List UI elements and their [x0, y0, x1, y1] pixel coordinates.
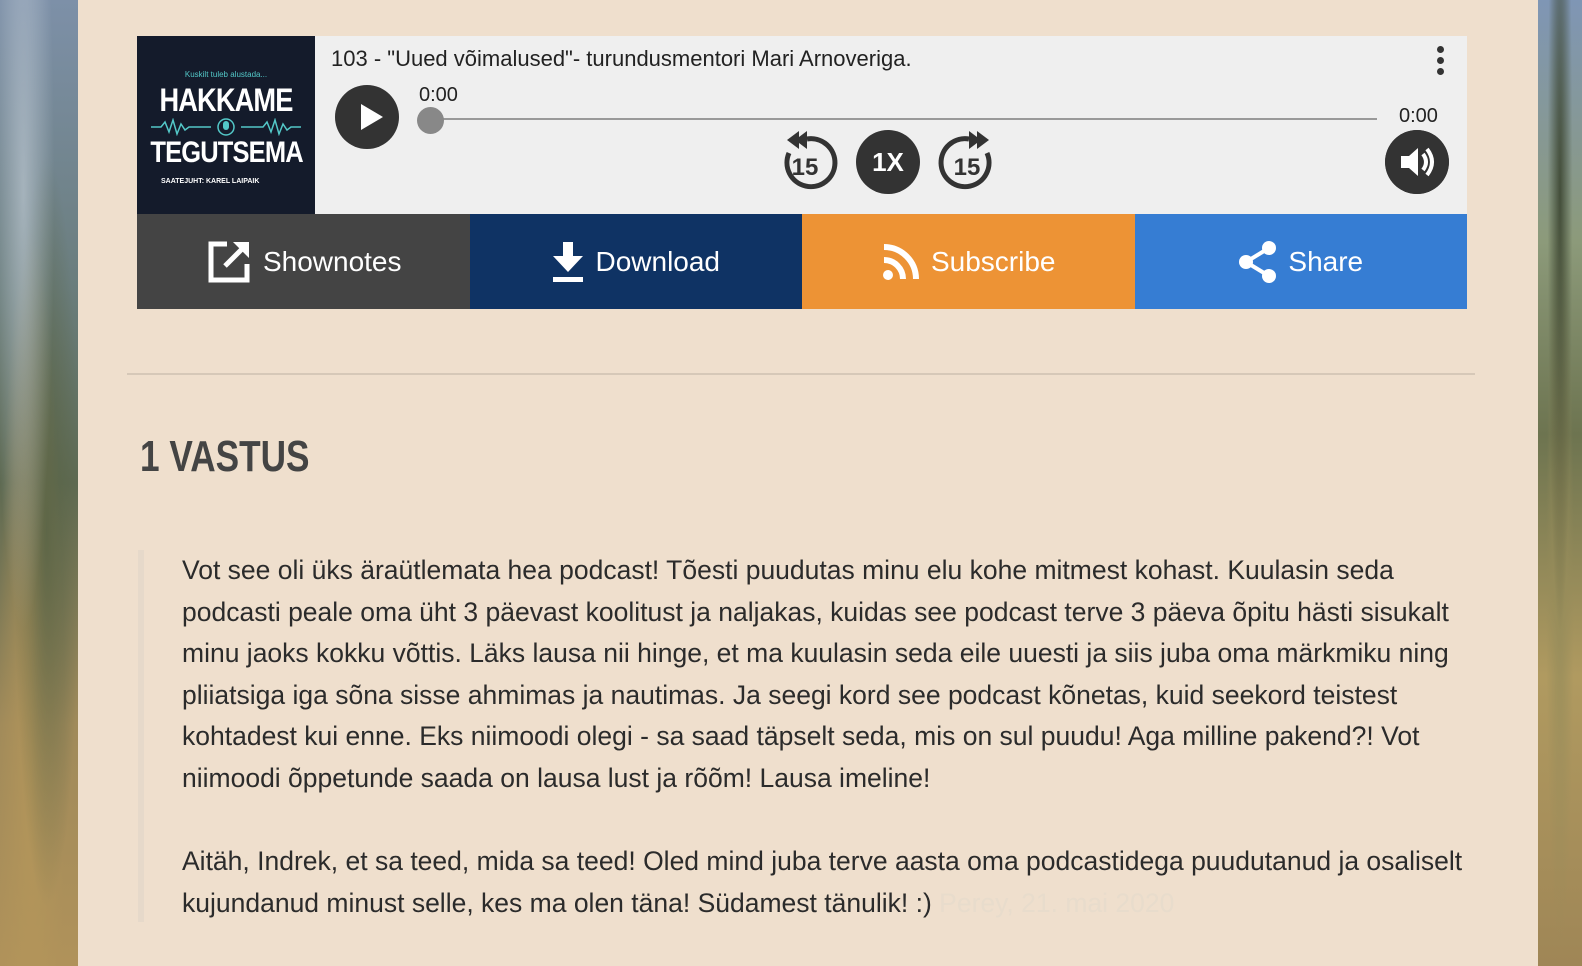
more-options-icon[interactable]	[1428, 42, 1452, 78]
cover-tagline: Kuskilt tuleb alustada...	[184, 70, 268, 79]
soundwave-microphone-icon	[151, 118, 301, 136]
skip-forward-label: 15	[954, 154, 981, 181]
comment-meta: Perey, 21. mai 2020	[939, 887, 1175, 918]
comment-paragraph-1: Vot see oli üks äraütlematа hea podcast!…	[182, 555, 1449, 793]
skip-back-label: 15	[792, 154, 819, 181]
play-button[interactable]	[335, 85, 399, 149]
cover-title-line1: HAKKAME	[159, 82, 293, 118]
share-icon	[1239, 240, 1277, 283]
subscribe-label: Subscribe	[930, 245, 1056, 277]
shownotes-button[interactable]: Shownotes	[137, 214, 470, 309]
share-label: Share	[1288, 245, 1364, 277]
rss-icon	[882, 243, 919, 280]
cover-host: SAATEJUHT: KAREL LAIPAIK	[161, 178, 260, 185]
total-time: 0:00	[1399, 105, 1438, 127]
skip-forward-15-button[interactable]: 15	[937, 129, 1001, 193]
comment-paragraph-2-text: Aitäh, Indrek, et sa teed, mida sa teed!…	[182, 846, 1463, 918]
download-button[interactable]: Download	[469, 214, 802, 309]
download-label: Download	[595, 245, 721, 277]
cover-title-line2: TEGUTSEMA	[150, 136, 303, 169]
player-action-bar: Shownotes Download Subscribe Share	[137, 214, 1467, 309]
share-button[interactable]: Share	[1134, 214, 1467, 309]
download-icon	[553, 241, 584, 282]
external-link-icon	[208, 241, 250, 282]
comment-item: Vot see oli üks äraütlematа hea podcast!…	[138, 550, 1474, 922]
volume-icon[interactable]	[1385, 130, 1449, 194]
shownotes-label: Shownotes	[262, 245, 402, 277]
comment-paragraph-2: Aitäh, Indrek, et sa teed, mida sa teed!…	[182, 841, 1474, 924]
progress-track[interactable]	[430, 118, 1377, 120]
current-time: 0:00	[419, 84, 458, 106]
background-image-right	[1538, 0, 1582, 966]
section-divider	[127, 373, 1475, 375]
podcast-player: Kuskilt tuleb alustada... HAKKAME TEGUTS…	[137, 36, 1467, 309]
episode-title: 103 - "Uued võimalused"- turundusmentori…	[331, 46, 912, 71]
player-main: Kuskilt tuleb alustada... HAKKAME TEGUTS…	[137, 36, 1467, 214]
progress-thumb[interactable]	[417, 107, 444, 134]
podcast-cover-art: Kuskilt tuleb alustada... HAKKAME TEGUTS…	[137, 36, 315, 214]
content-panel: Kuskilt tuleb alustada... HAKKAME TEGUTS…	[78, 0, 1538, 966]
comments-heading: 1 VASTUS	[140, 432, 310, 481]
background-image-left	[0, 0, 78, 966]
subscribe-button[interactable]: Subscribe	[802, 214, 1135, 309]
playback-speed-button[interactable]: 1X	[856, 130, 920, 194]
skip-back-15-button[interactable]: 15	[775, 129, 839, 193]
